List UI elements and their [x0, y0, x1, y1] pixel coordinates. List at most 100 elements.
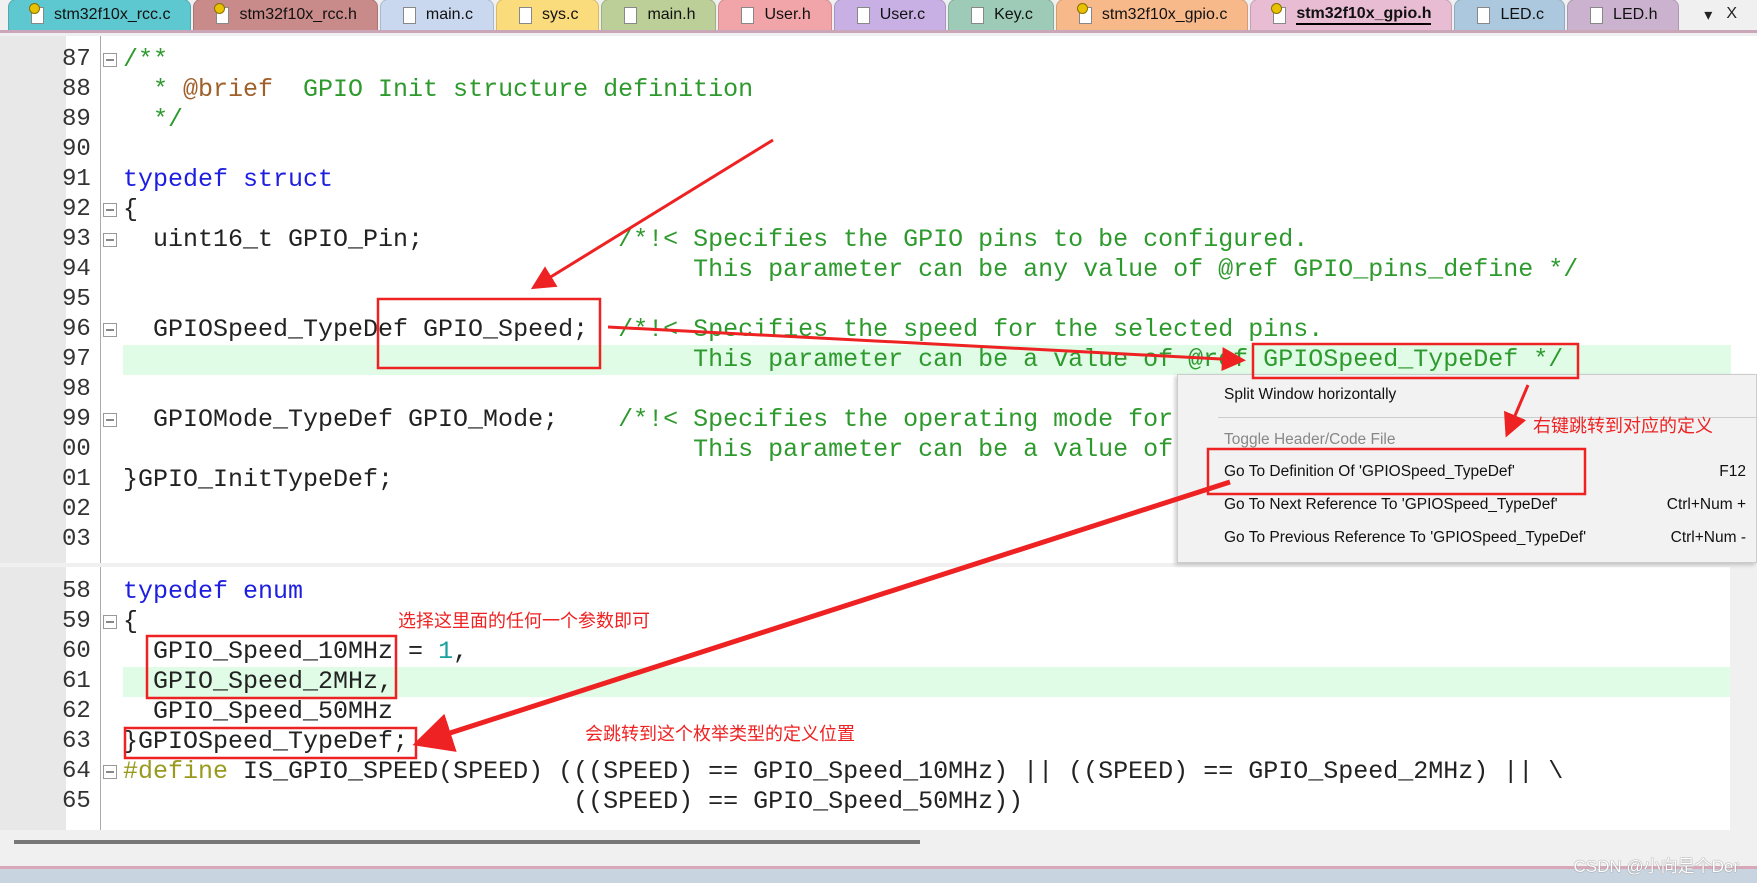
- file-tab-bar: stm32f10x_rcc.c stm32f10x_rcc.h main.c sys.…: [0, 0, 1757, 33]
- line-number: 88: [62, 76, 91, 103]
- code-line[interactable]: 96 GPIOSpeed_TypeDef GPIO_Speed; /*!< Sp…: [0, 315, 1757, 345]
- tab-label: User.h: [764, 6, 811, 23]
- line-number: 99: [62, 406, 91, 433]
- code-line[interactable]: 61 GPIO_Speed_2MHz,: [0, 667, 1730, 697]
- tab-stm32f10x-rcc-h[interactable]: stm32f10x_rcc.h: [193, 0, 378, 30]
- line-number: 03: [62, 526, 91, 553]
- tab-stm32f10x-gpio-h[interactable]: stm32f10x_gpio.h: [1250, 0, 1453, 30]
- fold-toggle-icon[interactable]: [103, 323, 117, 337]
- key-file-icon: [29, 2, 44, 24]
- line-number: 01: [62, 466, 91, 493]
- file-icon: [1590, 6, 1604, 24]
- line-number: 59: [62, 608, 91, 635]
- tab-label: Key.c: [994, 6, 1033, 23]
- code-line[interactable]: 95: [0, 285, 1757, 315]
- code-text: typedef struct: [123, 165, 334, 194]
- tab-stm32f10x-gpio-c[interactable]: stm32f10x_gpio.c: [1055, 0, 1249, 30]
- fold-toggle-icon[interactable]: [103, 233, 117, 247]
- editor-pane-bottom[interactable]: 58 typedef enum 59 {60 GPIO_Speed_10MHz = 1…: [0, 567, 1730, 830]
- code-line[interactable]: 58 typedef enum: [0, 577, 1730, 607]
- tab-led-h[interactable]: LED.h: [1567, 0, 1679, 30]
- line-number: 60: [62, 638, 91, 665]
- tab-label: main.c: [425, 6, 473, 23]
- tab-stm32f10x-rcc-c[interactable]: stm32f10x_rcc.c: [8, 0, 192, 30]
- code-text: This parameter can be any value of @ref …: [123, 255, 1579, 284]
- code-line[interactable]: 64 #define IS_GPIO_SPEED(SPEED) (((SPEED)…: [0, 757, 1730, 787]
- menu-item-split-window[interactable]: Split Window horizontally: [1224, 381, 1746, 409]
- code-text: {: [123, 195, 139, 224]
- code-line[interactable]: 60 GPIO_Speed_10MHz = 1,: [0, 637, 1730, 667]
- menu-item-next-reference[interactable]: Go To Next Reference To 'GPIOSpeed_TypeD…: [1224, 491, 1746, 519]
- tab-main-c[interactable]: main.c: [379, 0, 494, 30]
- line-number: 90: [62, 136, 91, 163]
- tab-user-c[interactable]: User.c: [833, 0, 947, 30]
- code-line[interactable]: 88 * @brief GPIO Init structure definiti…: [0, 75, 1757, 105]
- code-line[interactable]: 87 /**: [0, 45, 1757, 75]
- menu-label: Go To Next Reference To 'GPIOSpeed_TypeD…: [1224, 496, 1558, 513]
- line-number: 63: [62, 728, 91, 755]
- code-line[interactable]: 92 {: [0, 195, 1757, 225]
- tab-label: main.h: [647, 6, 696, 23]
- code-line[interactable]: 63}GPIOSpeed_TypeDef;: [0, 727, 1730, 757]
- tab-user-h[interactable]: User.h: [718, 0, 832, 30]
- line-number: 92: [62, 196, 91, 223]
- code-text: GPIOMode_TypeDef GPIO_Mode; /*!< Specifi…: [123, 405, 1174, 434]
- key-file-icon: [214, 2, 230, 24]
- fold-toggle-icon[interactable]: [103, 203, 117, 217]
- line-number: 94: [62, 256, 91, 283]
- tab-label: LED.c: [1500, 6, 1545, 23]
- code-line[interactable]: 59 {: [0, 607, 1730, 637]
- fold-toggle-icon[interactable]: [103, 615, 117, 629]
- tab-label: stm32f10x_gpio.h: [1296, 5, 1432, 25]
- code-line[interactable]: 93 uint16_t GPIO_Pin; /*!< Specifies the…: [0, 225, 1757, 255]
- menu-shortcut: Ctrl+Num -: [1670, 529, 1746, 546]
- horizontal-scrollbar[interactable]: [14, 840, 920, 844]
- line-number: 95: [62, 286, 91, 313]
- code-text: typedef enum: [123, 577, 304, 606]
- file-icon: [519, 6, 532, 24]
- tab-close-button[interactable]: X: [1726, 5, 1737, 25]
- tab-label: stm32f10x_gpio.c: [1101, 6, 1228, 23]
- tab-controls: ▾ X: [1704, 5, 1737, 25]
- context-menu: Split Window horizontally Toggle Header/…: [1177, 374, 1757, 563]
- code-line[interactable]: 90: [0, 135, 1757, 165]
- menu-item-previous-reference[interactable]: Go To Previous Reference To 'GPIOSpeed_T…: [1224, 524, 1746, 552]
- line-number: 89: [62, 106, 91, 133]
- code-text: GPIO_Speed_10MHz = 1,: [123, 637, 469, 666]
- tab-led-c[interactable]: LED.c: [1454, 0, 1566, 30]
- menu-item-go-to-definition[interactable]: Go To Definition Of 'GPIOSpeed_TypeDef' F…: [1224, 458, 1746, 486]
- tab-label: sys.c: [542, 6, 579, 23]
- code-line[interactable]: 97 This parameter can be a value of @ref…: [0, 345, 1757, 375]
- tab-label: stm32f10x_rcc.c: [54, 6, 171, 23]
- code-line[interactable]: 94 This parameter can be any value of @r…: [0, 255, 1757, 285]
- tab-sys-c[interactable]: sys.c: [496, 0, 600, 30]
- line-number: 58: [62, 578, 91, 605]
- line-number: 62: [62, 698, 91, 725]
- file-icon: [856, 6, 870, 24]
- key-file-icon: [1271, 2, 1287, 24]
- menu-label: Go To Previous Reference To 'GPIOSpeed_T…: [1224, 529, 1587, 546]
- code-text: GPIO_Speed_2MHz,: [123, 667, 394, 696]
- code-text: uint16_t GPIO_Pin; /*!< Specifies the GP…: [123, 225, 1309, 254]
- line-number: 98: [62, 376, 91, 403]
- fold-toggle-icon[interactable]: [103, 53, 117, 67]
- tab-dropdown-button[interactable]: ▾: [1704, 5, 1712, 25]
- line-number: 87: [62, 46, 91, 73]
- code-line[interactable]: 65 ((SPEED) == GPIO_Speed_50MHz)): [0, 787, 1730, 817]
- fold-toggle-icon[interactable]: [103, 765, 117, 779]
- tab-label: stm32f10x_rcc.h: [239, 6, 357, 23]
- menu-label: Split Window horizontally: [1224, 386, 1397, 403]
- menu-label: Go To Definition Of 'GPIOSpeed_TypeDef': [1224, 463, 1515, 480]
- file-icon: [741, 6, 755, 24]
- line-number: 96: [62, 316, 91, 343]
- code-line[interactable]: 91 typedef struct: [0, 165, 1757, 195]
- file-icon: [971, 6, 985, 24]
- tab-key-c[interactable]: Key.c: [948, 0, 1054, 30]
- code-line[interactable]: 89 */: [0, 105, 1757, 135]
- code-line[interactable]: 62 GPIO_Speed_50MHz: [0, 697, 1730, 727]
- key-file-icon: [1076, 2, 1092, 24]
- file-icon: [402, 6, 416, 24]
- tab-main-h[interactable]: main.h: [601, 0, 717, 30]
- line-number: 61: [62, 668, 91, 695]
- fold-toggle-icon[interactable]: [103, 413, 117, 427]
